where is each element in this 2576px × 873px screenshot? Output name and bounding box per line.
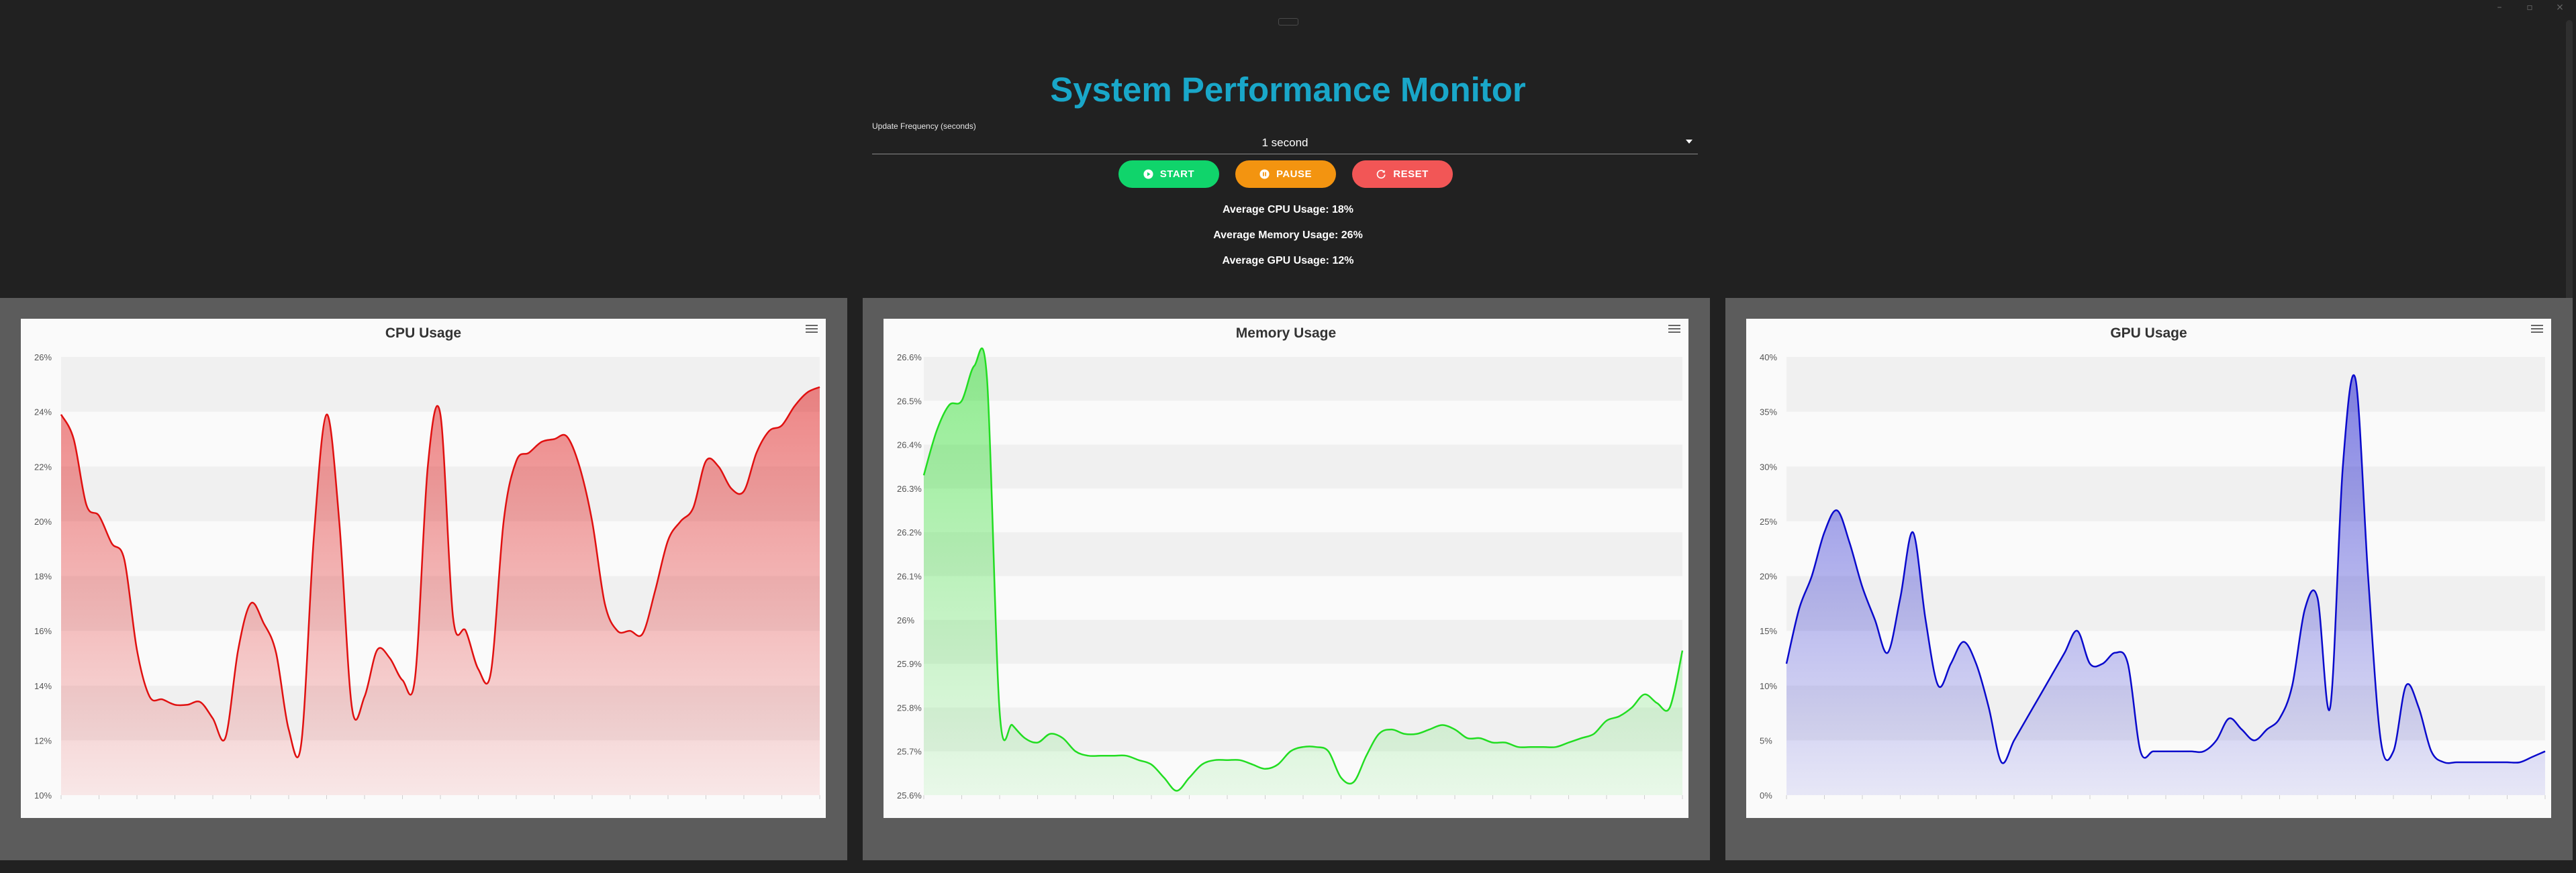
y-tick-label: 25.8% bbox=[897, 703, 922, 713]
window-titlebar: – ▫ × bbox=[0, 0, 2576, 40]
y-tick-label: 12% bbox=[34, 735, 52, 746]
pause-button[interactable]: PAUSE bbox=[1235, 160, 1336, 188]
y-tick-label: 20% bbox=[34, 517, 52, 527]
y-tick-label: 22% bbox=[34, 462, 52, 472]
y-tick-label: 26.3% bbox=[897, 484, 922, 494]
gpu-chart-panel: 0% 5% 10% 15% 20% 25% 30% 35% 40% GPU Usage bbox=[1725, 298, 2573, 860]
hamburger-menu-icon[interactable] bbox=[2531, 323, 2543, 333]
y-tick-label: 0% bbox=[1760, 790, 1772, 801]
hamburger-menu-icon[interactable] bbox=[806, 323, 818, 333]
memory-chart-card: 25.6% 25.7% 25.8% 25.9% 26% 26.1% 26.2% 26.3% 26… bbox=[884, 319, 1688, 818]
cpu-usage-chart: 10% 12% 14% 16% 18% 20% 22% 24% 26% bbox=[34, 352, 820, 801]
y-tick-label: 30% bbox=[1760, 462, 1777, 472]
cpu-chart-title: CPU Usage bbox=[385, 325, 462, 341]
maximize-icon[interactable]: ▫ bbox=[2521, 1, 2538, 13]
grid-band bbox=[1786, 466, 2545, 521]
frequency-selected-value: 1 second bbox=[1261, 136, 1308, 149]
y-tick-label: 5% bbox=[1760, 735, 1772, 746]
y-tick-label: 26% bbox=[897, 615, 914, 625]
reset-button-label: RESET bbox=[1393, 168, 1429, 180]
y-tick-label: 14% bbox=[34, 681, 52, 691]
pause-button-label: PAUSE bbox=[1276, 168, 1313, 180]
y-tick-label: 25% bbox=[1760, 517, 1777, 527]
start-button-label: START bbox=[1159, 168, 1195, 180]
grid-band bbox=[61, 357, 820, 412]
y-tick-label: 16% bbox=[34, 626, 52, 636]
memory-chart-title: Memory Usage bbox=[1235, 325, 1337, 341]
pause-circle-icon bbox=[1259, 169, 1270, 179]
average-memory-usage: Average Memory Usage: 26% bbox=[1213, 229, 1363, 241]
y-tick-label: 25.7% bbox=[897, 747, 922, 757]
y-tick-label: 26.4% bbox=[897, 440, 922, 450]
y-tick-label: 40% bbox=[1760, 352, 1777, 362]
grid-band bbox=[924, 619, 1682, 664]
memory-chart-panel: 25.6% 25.7% 25.8% 25.9% 26% 26.1% 26.2% 26.3% 26… bbox=[863, 298, 1710, 860]
y-tick-label: 26% bbox=[34, 352, 52, 362]
cpu-chart-card: 10% 12% 14% 16% 18% 20% 22% 24% 26% CPU Usage bbox=[21, 319, 826, 818]
frequency-label: Update Frequency (seconds) bbox=[872, 121, 976, 131]
gpu-chart-title: GPU Usage bbox=[2110, 325, 2187, 341]
gpu-usage-chart: 0% 5% 10% 15% 20% 25% 30% 35% 40% bbox=[1760, 352, 2546, 801]
hamburger-menu-icon[interactable] bbox=[1668, 323, 1680, 333]
app-title: System Performance Monitor bbox=[1050, 70, 1526, 109]
close-icon[interactable]: × bbox=[2551, 1, 2569, 13]
grid-band bbox=[924, 444, 1682, 489]
minimize-icon[interactable]: – bbox=[2491, 1, 2508, 13]
cpu-chart-panel: 10% 12% 14% 16% 18% 20% 22% 24% 26% CPU Usage bbox=[0, 298, 847, 860]
average-gpu-usage: Average GPU Usage: 12% bbox=[1222, 255, 1354, 266]
y-tick-label: 26.1% bbox=[897, 572, 922, 582]
refresh-icon bbox=[1376, 170, 1386, 179]
grid-band bbox=[1786, 357, 2545, 412]
y-tick-label: 26.2% bbox=[897, 527, 922, 537]
memory-usage-chart: 25.6% 25.7% 25.8% 25.9% 26% 26.1% 26.2% 26.3% 26… bbox=[897, 347, 1684, 801]
y-tick-label: 24% bbox=[34, 407, 52, 417]
y-tick-label: 26.6% bbox=[897, 352, 922, 362]
play-circle-icon bbox=[1143, 169, 1153, 179]
y-tick-label: 10% bbox=[1760, 681, 1777, 691]
reset-button[interactable]: RESET bbox=[1352, 160, 1453, 188]
chevron-down-icon bbox=[1686, 140, 1692, 144]
y-tick-label: 15% bbox=[1760, 626, 1777, 636]
y-tick-label: 25.9% bbox=[897, 659, 922, 669]
y-tick-label: 35% bbox=[1760, 407, 1777, 417]
y-tick-label: 20% bbox=[1760, 572, 1777, 582]
average-cpu-usage: Average CPU Usage: 18% bbox=[1222, 204, 1354, 215]
y-tick-label: 10% bbox=[34, 790, 52, 801]
window-drag-handle[interactable] bbox=[1278, 18, 1298, 25]
y-tick-label: 26.5% bbox=[897, 396, 922, 406]
gpu-chart-card: 0% 5% 10% 15% 20% 25% 30% 35% 40% GPU Usage bbox=[1746, 319, 2551, 818]
frequency-select[interactable]: 1 second bbox=[872, 133, 1698, 154]
y-tick-label: 18% bbox=[34, 572, 52, 582]
start-button[interactable]: START bbox=[1118, 160, 1219, 188]
grid-band bbox=[924, 532, 1682, 576]
y-tick-label: 25.6% bbox=[897, 790, 922, 801]
grid-band bbox=[924, 357, 1682, 401]
